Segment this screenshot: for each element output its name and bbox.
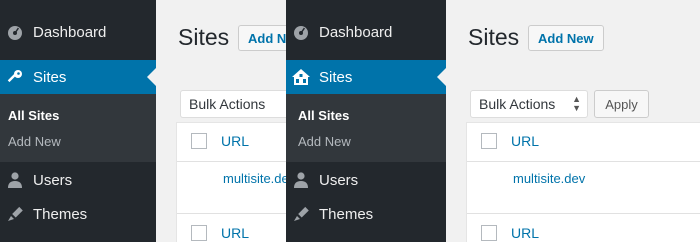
footer-divider — [467, 213, 700, 214]
select-arrows-icon: ▲ ▼ — [572, 94, 581, 113]
menu-users-label: Users — [33, 171, 73, 189]
dashboard-icon — [5, 22, 25, 42]
menu-sites[interactable]: Sites — [286, 60, 446, 94]
submenu-all-sites[interactable]: All Sites — [298, 108, 349, 123]
brush-icon — [5, 204, 25, 224]
select-all-checkbox-footer[interactable] — [481, 225, 497, 241]
right-screenshot: Dashboard Sites All Sites Add New Users … — [286, 0, 700, 242]
bulk-actions-select[interactable]: Bulk Actions ▲ ▼ — [470, 90, 588, 118]
select-all-checkbox-footer[interactable] — [191, 225, 207, 241]
add-new-button[interactable]: Add N — [238, 25, 286, 51]
menu-sites-label: Sites — [33, 68, 67, 86]
menu-dashboard-label: Dashboard — [319, 23, 393, 41]
brush-icon — [291, 204, 311, 224]
page-title: Sites — [468, 24, 520, 50]
header-divider — [467, 161, 700, 162]
bulk-actions-select[interactable]: Bulk Actions — [180, 90, 286, 118]
main-content: Sites Add New Bulk Actions ▲ ▼ Apply URL … — [446, 0, 700, 242]
footer-divider — [177, 213, 286, 214]
submenu-add-new[interactable]: Add New — [298, 134, 351, 149]
sites-table: URL multisite.de URL — [176, 122, 286, 242]
site-link[interactable]: multisite.de — [223, 171, 286, 186]
bulk-actions-value: Bulk Actions — [479, 96, 556, 112]
add-new-button[interactable]: Add New — [528, 25, 604, 51]
apply-button[interactable]: Apply — [594, 90, 649, 118]
menu-users[interactable]: Users — [0, 163, 156, 197]
menu-users[interactable]: Users — [286, 163, 446, 197]
select-all-checkbox[interactable] — [191, 133, 207, 149]
main-content: Sites Add N Bulk Actions URL multisite.d… — [156, 0, 286, 242]
network-house-icon — [291, 67, 311, 87]
user-icon — [291, 170, 311, 190]
sites-submenu: All Sites Add New — [286, 94, 446, 162]
active-arrow — [437, 68, 446, 86]
header-divider — [177, 161, 286, 162]
menu-dashboard-label: Dashboard — [33, 23, 107, 41]
active-arrow — [147, 68, 156, 86]
column-header-url[interactable]: URL — [511, 133, 539, 149]
left-screenshot: Dashboard Sites All Sites Add New Users … — [0, 0, 286, 242]
menu-sites[interactable]: Sites — [0, 60, 156, 94]
menu-sites-label: Sites — [319, 68, 353, 86]
menu-themes[interactable]: Themes — [0, 197, 156, 231]
column-footer-url[interactable]: URL — [511, 225, 539, 241]
menu-themes-label: Themes — [33, 205, 88, 223]
menu-themes-label: Themes — [319, 205, 374, 223]
menu-users-label: Users — [319, 171, 359, 189]
user-icon — [5, 170, 25, 190]
site-link[interactable]: multisite.dev — [513, 171, 585, 186]
column-footer-url[interactable]: URL — [221, 225, 249, 241]
sites-submenu: All Sites Add New — [0, 94, 156, 162]
key-icon — [5, 67, 25, 87]
select-all-checkbox[interactable] — [481, 133, 497, 149]
menu-dashboard[interactable]: Dashboard — [286, 15, 446, 49]
column-header-url[interactable]: URL — [221, 133, 249, 149]
submenu-add-new[interactable]: Add New — [8, 134, 61, 149]
admin-sidebar: Dashboard Sites All Sites Add New Users … — [286, 0, 446, 242]
page-title: Sites — [178, 24, 230, 50]
dashboard-icon — [291, 22, 311, 42]
menu-themes[interactable]: Themes — [286, 197, 446, 231]
menu-dashboard[interactable]: Dashboard — [0, 15, 156, 49]
submenu-all-sites[interactable]: All Sites — [8, 108, 59, 123]
sites-table: URL multisite.dev URL — [466, 122, 700, 242]
admin-sidebar: Dashboard Sites All Sites Add New Users … — [0, 0, 156, 242]
